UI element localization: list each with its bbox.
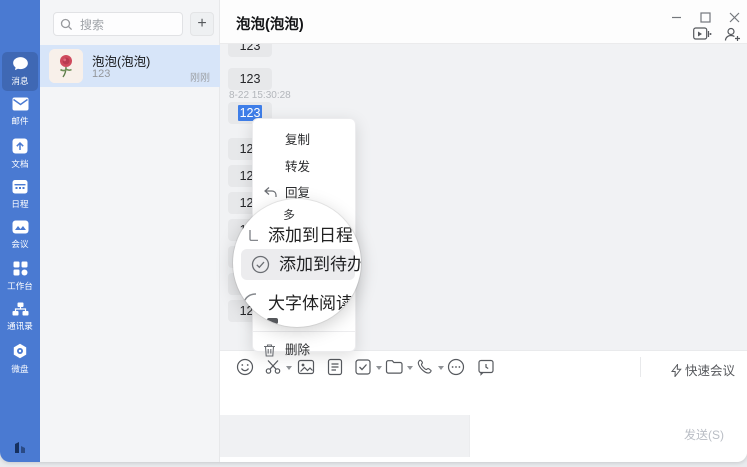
lens-partial-next-icon	[267, 318, 278, 324]
sidebar-item-meeting[interactable]: 会议	[2, 216, 38, 255]
menu-item-delete[interactable]: 删除	[253, 337, 355, 363]
lens-item-add-to-calendar[interactable]: 添加到日程	[268, 221, 353, 246]
task-icon[interactable]	[354, 358, 372, 376]
emoji-icon[interactable]	[236, 358, 254, 376]
wecom-window: 消息 邮件 文档 日程 会议 工作台 通讯录 微盘	[0, 0, 747, 462]
menu-item-label: 复制	[285, 127, 310, 153]
sidebar-item-label: 工作台	[3, 282, 37, 291]
lightning-icon	[671, 364, 682, 377]
sidebar-item-label: 邮件	[3, 117, 37, 126]
conversation-item[interactable]: 泡泡(泡泡) 123 刚刚	[40, 45, 220, 87]
conversation-time: 刚刚	[190, 69, 210, 84]
sidebar-item-label: 会议	[3, 240, 37, 249]
close-button[interactable]	[723, 10, 745, 26]
conversation-preview: 123	[92, 68, 110, 80]
rose-image	[49, 49, 83, 83]
lens-item-add-to-todo[interactable]: 添加到待办	[241, 249, 355, 280]
minimize-icon	[671, 12, 682, 23]
send-button[interactable]: 发送(S)	[684, 426, 724, 443]
lens-item-label: 添加到待办	[279, 249, 361, 280]
menu-item-forward[interactable]: 转发	[253, 154, 355, 180]
maximize-button[interactable]	[694, 10, 716, 26]
menu-item-label: 转发	[285, 154, 310, 180]
chevron-down-icon[interactable]	[376, 366, 382, 370]
conversation-list-panel: + 泡泡(泡泡) 123 刚刚	[40, 0, 220, 462]
message-bubble[interactable]: 123	[228, 68, 272, 90]
chevron-down-icon[interactable]	[438, 366, 444, 370]
minimize-button[interactable]	[665, 10, 687, 26]
calendar-icon	[12, 179, 28, 194]
sidebar-item-label: 通讯录	[3, 322, 37, 331]
search-input[interactable]	[78, 14, 182, 36]
video-call-icon	[693, 27, 712, 41]
message-composer[interactable]: 快速会议 发送(S)	[220, 350, 747, 456]
lens-item-large-font-read[interactable]: 大字体阅读	[268, 289, 353, 314]
chevron-down-icon[interactable]	[407, 366, 413, 370]
sidebar-item-label: 微盘	[3, 365, 37, 374]
composer-covered-area	[220, 415, 470, 457]
menu-item-copy[interactable]: 复制	[253, 127, 355, 153]
message-text: 123	[240, 72, 261, 86]
check-circle-icon	[251, 255, 270, 274]
menu-item-label: 删除	[285, 337, 310, 363]
folder-icon[interactable]	[385, 358, 403, 376]
more-icon[interactable]	[447, 358, 465, 376]
mail-icon	[12, 97, 29, 111]
menu-divider	[253, 331, 355, 332]
meeting-icon	[12, 220, 29, 234]
calendar-partial-icon	[249, 229, 259, 241]
lens-partial-multi-select: 多选	[283, 206, 300, 220]
sidebar-item-messages[interactable]: 消息	[2, 52, 38, 91]
app-sidebar: 消息 邮件 文档 日程 会议 工作台 通讯录 微盘	[0, 0, 40, 462]
video-call-button[interactable]	[693, 27, 712, 46]
quick-meeting-button[interactable]: 快速会议	[671, 360, 735, 379]
sidebar-item-mail[interactable]: 邮件	[2, 93, 38, 132]
phone-icon[interactable]	[416, 358, 434, 376]
history-icon[interactable]	[477, 358, 495, 376]
quick-meeting-label: 快速会议	[685, 364, 735, 378]
reply-icon	[263, 186, 277, 199]
toolbar-divider	[640, 357, 641, 377]
contacts-icon	[12, 302, 29, 316]
chat-icon	[12, 56, 29, 71]
chevron-down-icon[interactable]	[286, 366, 292, 370]
sidebar-item-docs[interactable]: 文档	[2, 134, 38, 173]
add-member-icon	[724, 27, 741, 42]
large-font-partial-icon	[243, 293, 257, 307]
maximize-icon	[700, 12, 711, 23]
search-box[interactable]	[53, 12, 183, 36]
sidebar-item-contacts[interactable]: 通讯录	[2, 298, 38, 337]
close-icon	[729, 12, 740, 23]
sidebar-item-label: 日程	[3, 200, 37, 209]
trash-icon	[263, 343, 276, 357]
add-member-button[interactable]	[724, 27, 741, 47]
time-divider: 8-22 15:30:28	[229, 90, 291, 101]
workbench-icon	[13, 261, 28, 276]
sidebar-item-label: 消息	[3, 77, 37, 86]
message-text: 123	[240, 44, 261, 53]
docs-icon	[12, 138, 28, 154]
search-icon	[60, 18, 73, 31]
chat-header: 泡泡(泡泡)	[220, 0, 747, 44]
user-avatar[interactable]	[6, 7, 34, 35]
new-chat-button[interactable]: +	[190, 12, 214, 36]
sidebar-item-drive[interactable]: 微盘	[2, 339, 38, 378]
desktop: 消息 邮件 文档 日程 会议 工作台 通讯录 微盘	[0, 0, 747, 467]
sidebar-item-workbench[interactable]: 工作台	[2, 257, 38, 296]
org-stats-icon[interactable]	[11, 437, 29, 455]
magnifier-lens: 多选 添加到日程 添加到待办 大字体阅读	[233, 199, 361, 327]
sidebar-item-label: 文档	[3, 160, 37, 169]
message-bubble[interactable]: 123	[228, 44, 272, 57]
drive-icon	[12, 343, 28, 359]
conversation-avatar	[49, 49, 83, 83]
sidebar-item-calendar[interactable]: 日程	[2, 175, 38, 214]
chat-title: 泡泡(泡泡)	[236, 13, 304, 34]
